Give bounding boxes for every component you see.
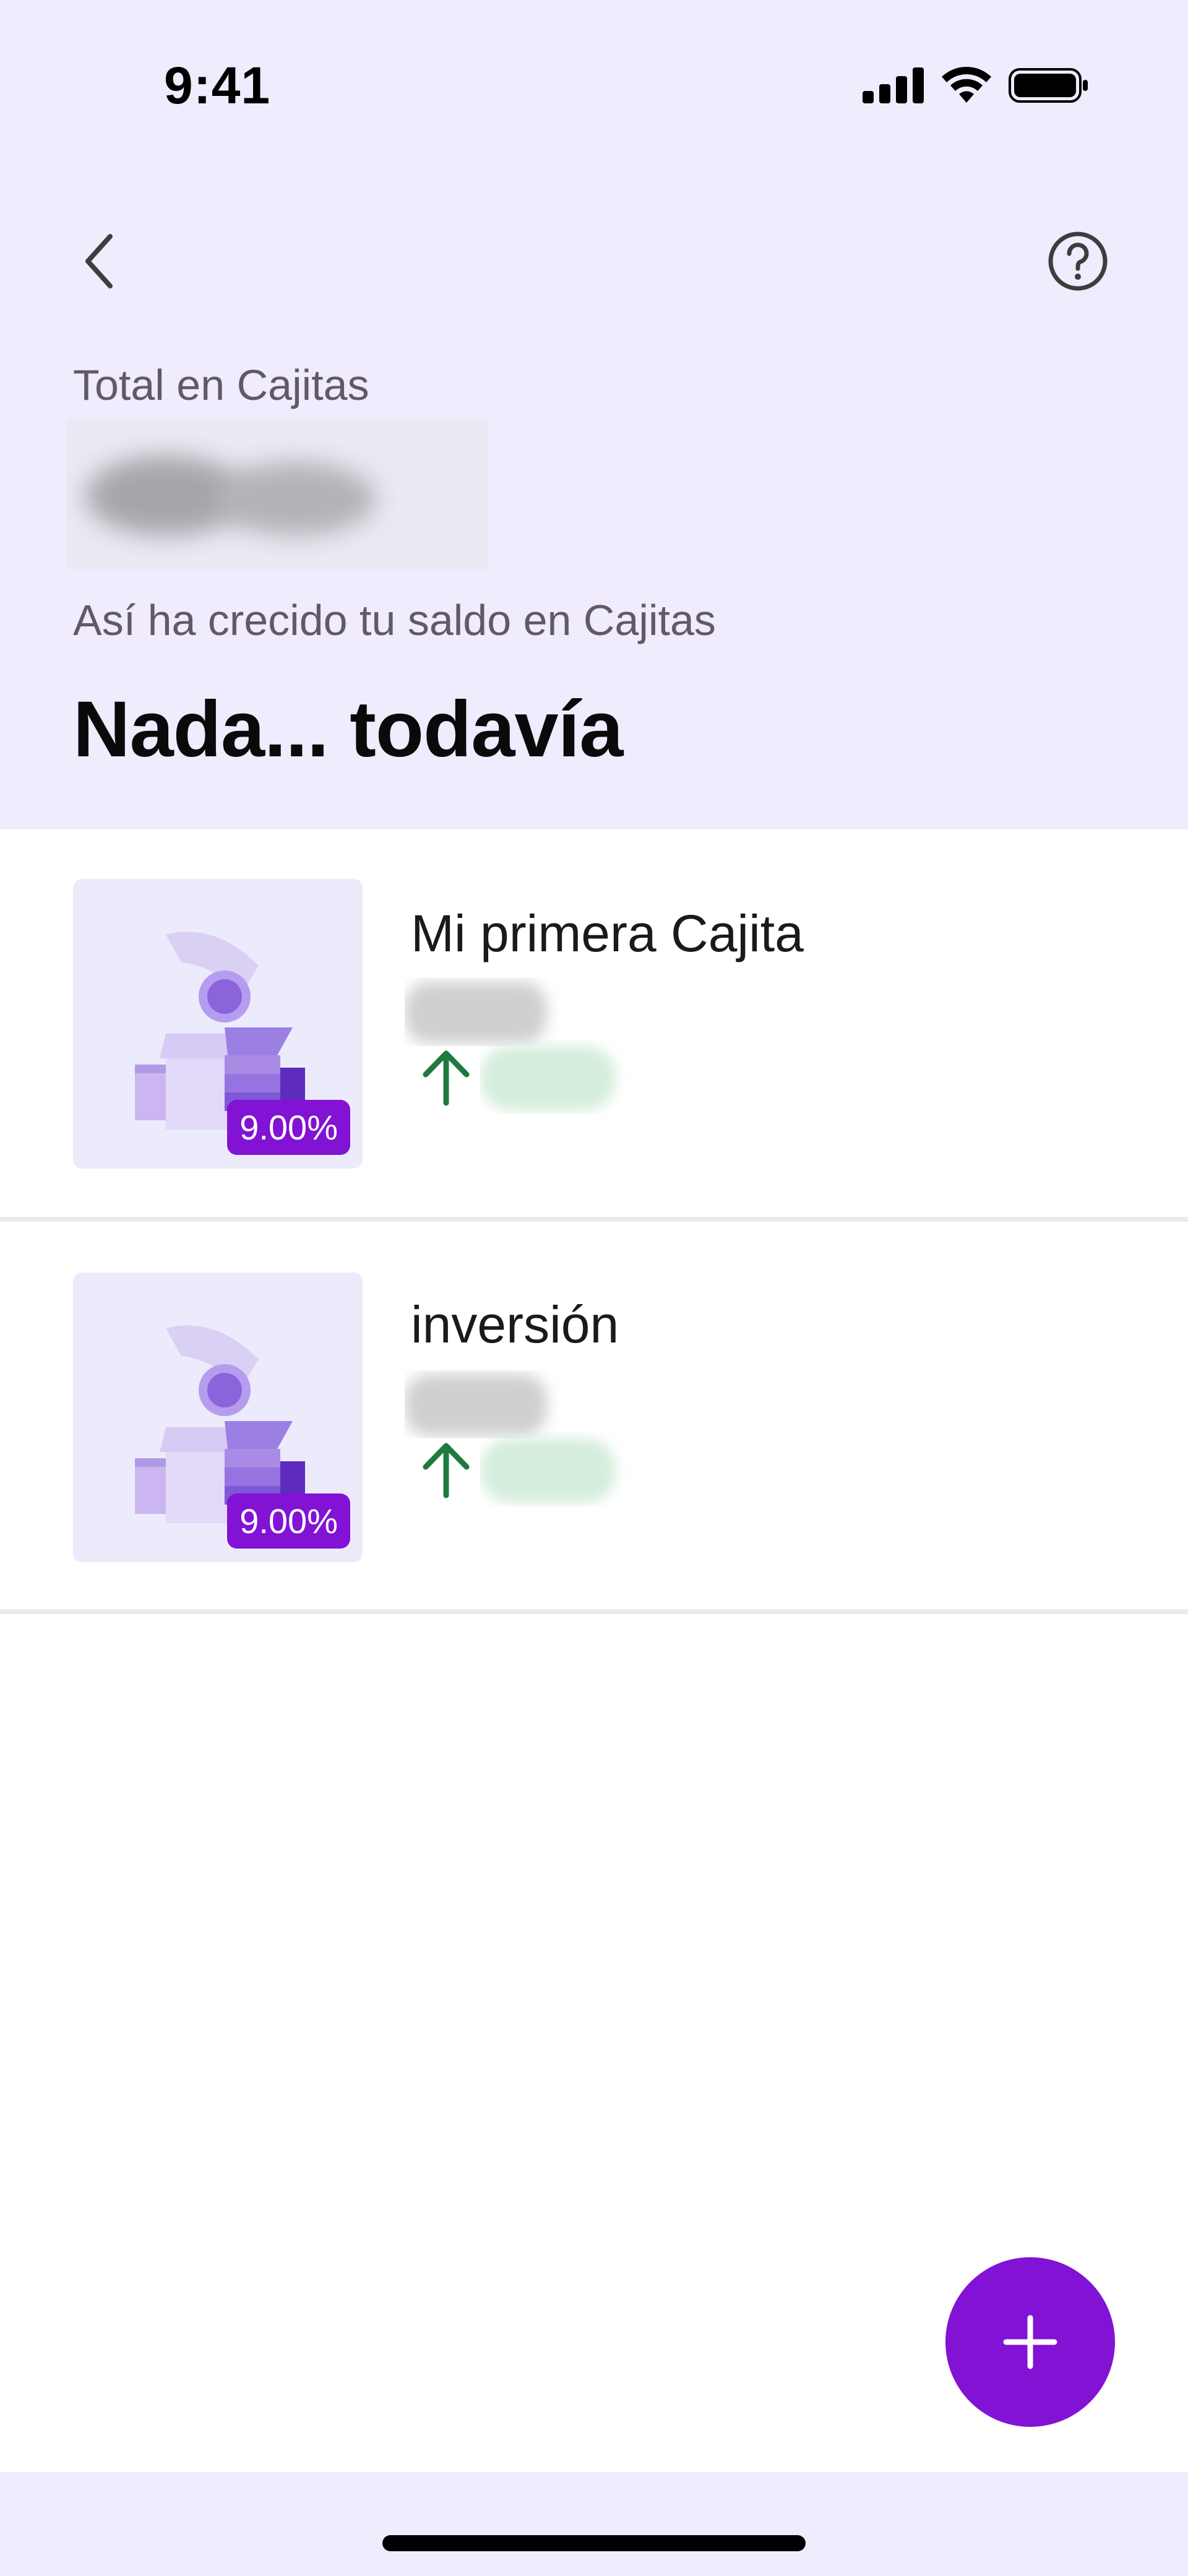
cajita-balance-blurred <box>405 1370 590 1438</box>
growth-label: Así ha crecido tu saldo en Cajitas <box>73 596 716 644</box>
cajita-thumbnail: 9.00% <box>73 1273 363 1562</box>
total-amount-blurred <box>67 418 489 569</box>
wifi-icon <box>942 67 991 103</box>
bottom-safe-area <box>0 2472 1188 2576</box>
back-button[interactable] <box>73 229 125 293</box>
cajita-thumbnail: 9.00% <box>73 879 363 1169</box>
cellular-signal-icon <box>863 67 924 103</box>
status-time: 9:41 <box>164 56 271 115</box>
add-cajita-button[interactable] <box>945 2257 1115 2427</box>
interest-rate-badge: 9.00% <box>227 1100 350 1155</box>
arrow-up-icon <box>423 1050 470 1106</box>
cajita-name: inversión <box>411 1295 619 1354</box>
back-chevron-icon <box>85 234 113 288</box>
battery-icon <box>1009 68 1088 103</box>
help-circle-icon <box>1048 231 1108 291</box>
home-indicator <box>382 2535 806 2551</box>
interest-rate-badge: 9.00% <box>227 1493 350 1549</box>
growth-value: Nada... todavía <box>73 685 623 774</box>
help-button[interactable] <box>1046 229 1110 293</box>
status-icons <box>863 67 1089 104</box>
cajita-growth-blurred <box>480 1432 666 1506</box>
cajita-growth-blurred <box>480 1040 666 1114</box>
list-divider <box>0 1217 1188 1222</box>
cajita-name: Mi primera Cajita <box>411 904 804 962</box>
cajita-list-item[interactable]: 9.00% inversión <box>0 1222 1188 1612</box>
total-label: Total en Cajitas <box>73 361 369 409</box>
arrow-up-icon <box>423 1443 470 1498</box>
list-divider <box>0 1609 1188 1614</box>
cajita-balance-blurred <box>405 978 590 1046</box>
cajita-list-item[interactable]: 9.00% Mi primera Cajita <box>0 829 1188 1219</box>
plus-icon <box>1003 2315 1057 2369</box>
